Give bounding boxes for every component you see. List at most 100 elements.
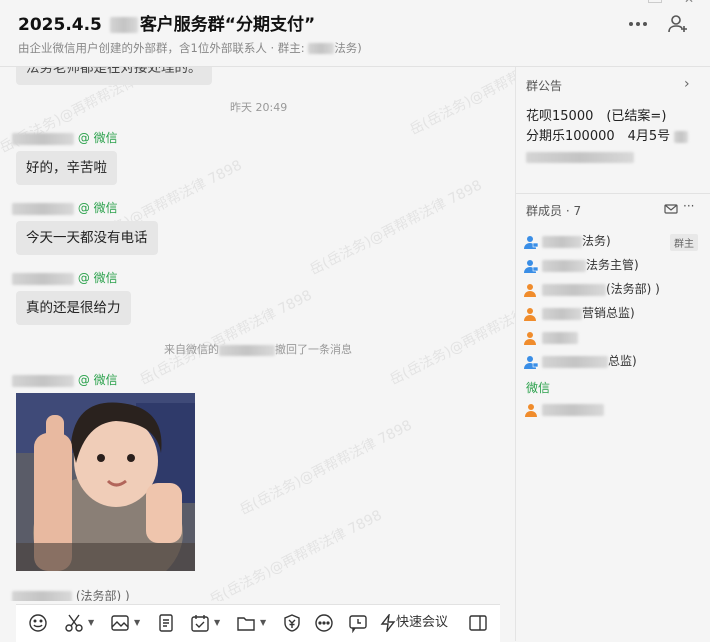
- message-bubble[interactable]: 好的，辛苦啦: [16, 151, 117, 185]
- more-circle-icon[interactable]: [314, 613, 334, 633]
- wechat-tag: @ 微信: [77, 201, 118, 215]
- person-icon: [524, 283, 538, 297]
- emoji-icon[interactable]: [28, 613, 48, 633]
- chevron-down-icon[interactable]: ▼: [260, 618, 266, 627]
- payment-shield-icon[interactable]: [282, 613, 302, 633]
- member-label: 营销总监): [582, 306, 635, 320]
- group-notice-line: 分期乐100000 4月5号: [526, 125, 689, 144]
- quick-meeting-label: 快速会议: [396, 615, 449, 630]
- more-options-icon[interactable]: [626, 12, 650, 36]
- sidebar-toggle-icon[interactable]: [468, 613, 488, 633]
- group-notice-title[interactable]: 群公告: [526, 77, 562, 94]
- owner-badge: 群主: [670, 234, 698, 251]
- member-label: 总监): [608, 354, 637, 368]
- lightning-icon: [380, 614, 396, 632]
- wechat-tag: @ 微信: [77, 131, 118, 145]
- wechat-tag: @ 微信: [77, 271, 118, 285]
- quick-meeting-button[interactable]: 快速会议: [380, 613, 448, 633]
- chevron-down-icon[interactable]: ▼: [88, 618, 94, 627]
- message-bubble-partial[interactable]: 法务老师都是在对接处理的。: [16, 67, 212, 85]
- redacted-name: [219, 344, 275, 356]
- message-bubble[interactable]: 真的还是很给力: [16, 291, 131, 325]
- redacted-owner: [308, 43, 335, 54]
- message-bubble[interactable]: 今天一天都没有电话: [16, 221, 158, 255]
- chevron-right-icon[interactable]: ›: [684, 76, 690, 92]
- redacted-name: [542, 331, 578, 344]
- member-item[interactable]: 营销总监): [524, 303, 635, 323]
- message-sender[interactable]: (法务部) ): [12, 587, 130, 601]
- recall-suffix: 撤回了一条消息: [275, 343, 352, 356]
- redacted-name: [542, 307, 582, 320]
- group-notice-line: 花呗15000 (已结案=): [526, 109, 667, 124]
- member-label: (法务部) ): [606, 282, 660, 296]
- member-item[interactable]: (法务部) ): [524, 279, 660, 299]
- redacted-name: [542, 355, 608, 368]
- scissors-icon[interactable]: [64, 613, 84, 633]
- watermark: 岳(岳法务)@再帮帮法律 7898: [307, 177, 485, 279]
- member-item[interactable]: [524, 327, 578, 347]
- redacted-text: [674, 130, 689, 143]
- message-sender[interactable]: @ 微信: [12, 371, 118, 388]
- member-item[interactable]: 法务): [524, 231, 611, 251]
- message-sender[interactable]: @ 微信: [12, 199, 118, 216]
- person-icon: [524, 235, 539, 249]
- clock-message-icon[interactable]: [348, 613, 368, 633]
- window-close-button[interactable]: ✕: [684, 0, 694, 6]
- chat-message-area[interactable]: 岳(岳法务)@再帮帮法律 7898 岳(岳法务)@再帮帮法律 7898 岳(岳法…: [0, 67, 515, 601]
- message-sender[interactable]: @ 微信: [12, 269, 118, 286]
- watermark: 岳(岳法务)@再帮帮法律 7898: [237, 417, 415, 519]
- recall-notice: 来自微信的 撤回了一条消息: [164, 341, 352, 357]
- watermark: 岳(岳法务)@再帮帮法律 7898: [137, 287, 315, 389]
- member-label: 法务): [582, 234, 611, 248]
- wechat-tag: @ 微信: [77, 373, 118, 387]
- sender-suffix: (法务部) ): [75, 589, 130, 601]
- add-member-icon[interactable]: [666, 12, 690, 36]
- message-sender[interactable]: @ 微信: [12, 129, 118, 146]
- redacted-name: [542, 283, 606, 296]
- member-item[interactable]: [524, 399, 604, 419]
- image-message-photo[interactable]: [16, 393, 195, 571]
- chevron-down-icon[interactable]: ▼: [214, 618, 220, 627]
- notice-line-text: 分期乐100000 4月5号: [526, 129, 671, 144]
- subtitle-text: 由企业微信用户创建的外部群，含1位外部联系人 · 群主:: [18, 41, 305, 55]
- group-title-date: 2025.4.5: [18, 15, 102, 35]
- redacted-sender-name: [12, 590, 72, 601]
- redacted-name: [542, 235, 582, 248]
- person-icon: [524, 259, 539, 273]
- chat-header: 2025.4.5 客户服务群“分期支付” 由企业微信用户创建的外部群，含1位外部…: [0, 0, 710, 67]
- more-members-icon[interactable]: ···: [683, 199, 694, 213]
- group-notice-line: [526, 147, 634, 166]
- group-subtitle: 由企业微信用户创建的外部群，含1位外部联系人 · 群主: 法务): [18, 40, 362, 56]
- message-timestamp: 昨天 20:49: [230, 101, 288, 114]
- redacted-sender-name: [12, 132, 74, 145]
- member-item[interactable]: 总监): [524, 351, 637, 371]
- person-icon: [524, 403, 538, 417]
- image-icon[interactable]: [110, 613, 130, 633]
- redacted-text: [526, 152, 634, 163]
- wechat-section-title: 微信: [526, 381, 551, 395]
- person-icon: [524, 307, 538, 321]
- group-members-title: 群成员 · 7: [526, 204, 582, 218]
- redacted-name: [109, 17, 138, 33]
- folder-icon[interactable]: [236, 613, 256, 633]
- redacted-sender-name: [12, 374, 74, 387]
- redacted-name: [542, 259, 586, 272]
- input-toolbar: ▼ ▼ ▼ ▼ 快速会议: [16, 604, 500, 642]
- member-label: 法务主管): [586, 258, 639, 272]
- redacted-sender-name: [12, 272, 74, 285]
- recall-prefix: 来自微信的: [164, 343, 219, 356]
- mail-icon[interactable]: [664, 201, 678, 220]
- person-icon: [524, 355, 539, 369]
- calendar-check-icon[interactable]: [190, 613, 210, 633]
- person-icon: [524, 331, 538, 345]
- watermark: 岳(岳法务)@再帮帮法律 7898: [387, 287, 515, 389]
- watermark: 岳(岳法务)@再帮帮法律 7898: [407, 67, 515, 139]
- subtitle-owner-suffix: 法务): [334, 41, 362, 55]
- chevron-down-icon[interactable]: ▼: [134, 618, 140, 627]
- section-divider: [516, 193, 710, 194]
- document-icon[interactable]: [156, 613, 176, 633]
- group-info-panel: 群公告 › 花呗15000 (已结案=) 分期乐100000 4月5号 群成员 …: [516, 67, 710, 641]
- member-item[interactable]: 法务主管): [524, 255, 639, 275]
- group-title: 2025.4.5 客户服务群“分期支付”: [18, 10, 315, 35]
- window-minimize-button[interactable]: [648, 0, 662, 3]
